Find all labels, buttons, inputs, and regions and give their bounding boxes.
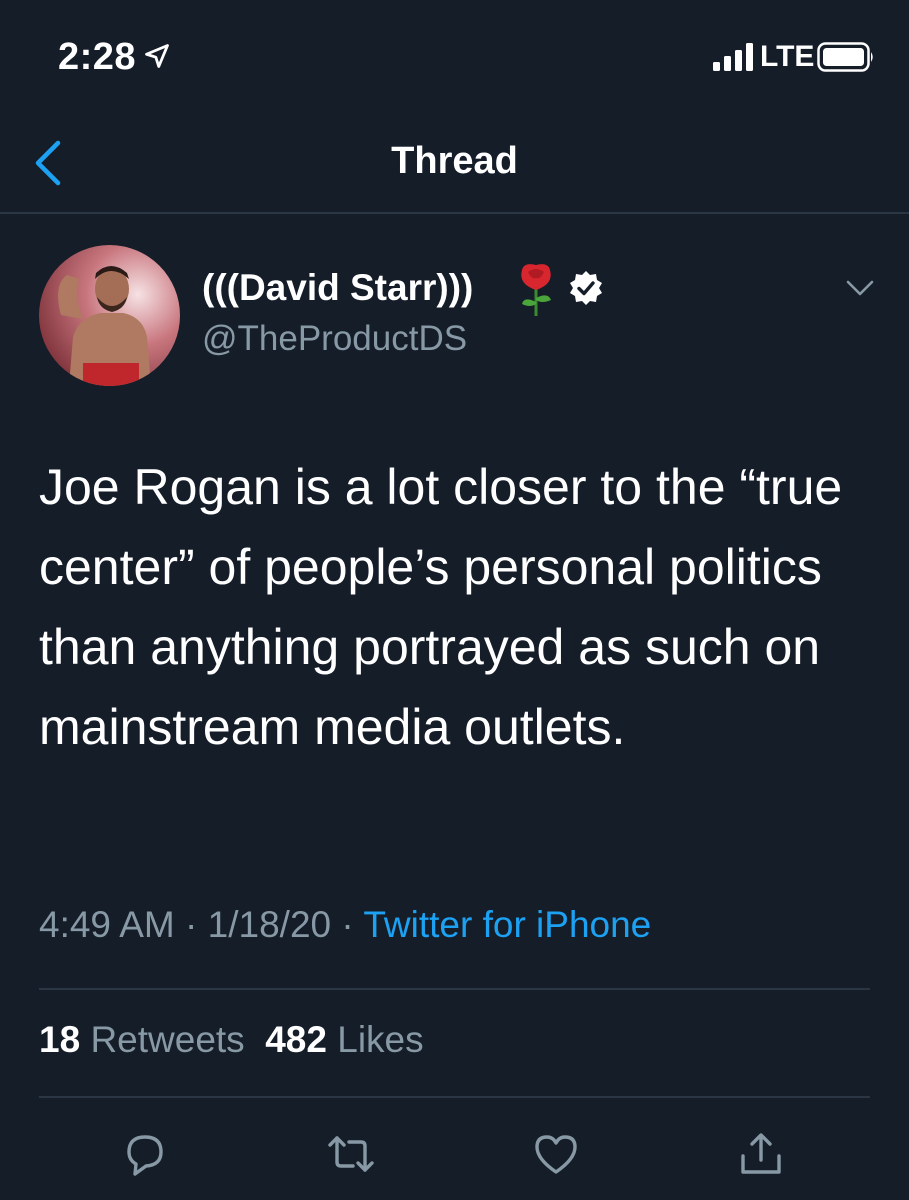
network-type: LTE — [760, 40, 815, 73]
rose-emoji-icon — [521, 264, 551, 316]
divider — [39, 1096, 870, 1098]
likes-stat[interactable]: 482 Likes — [265, 1019, 423, 1060]
verified-badge-icon — [570, 271, 602, 305]
likes-label: Likes — [337, 1019, 424, 1060]
tweet-time: 4:49 AM — [39, 904, 175, 945]
meta-separator: · — [341, 904, 354, 945]
chevron-down-icon[interactable] — [845, 276, 875, 300]
status-time: 2:28 — [58, 36, 137, 78]
user-handle[interactable]: @TheProductDS — [202, 319, 467, 359]
tweet-source-link[interactable]: Twitter for iPhone — [363, 904, 651, 945]
tweet-date: 1/18/20 — [207, 904, 332, 945]
location-arrow-icon — [145, 44, 169, 68]
retweet-button[interactable] — [327, 1132, 375, 1176]
like-button[interactable] — [532, 1132, 580, 1176]
signal-strength-icon — [713, 43, 753, 71]
likes-count: 482 — [265, 1019, 327, 1060]
avatar[interactable] — [39, 245, 180, 386]
tweet-text: Joe Rogan is a lot closer to the “true c… — [39, 459, 843, 755]
divider — [39, 988, 870, 990]
meta-separator: · — [185, 904, 198, 945]
share-button[interactable] — [737, 1132, 785, 1176]
page-title: Thread — [391, 140, 518, 182]
reply-button[interactable] — [121, 1132, 169, 1176]
display-name[interactable]: (((David Starr))) — [202, 267, 473, 309]
retweets-count: 18 — [39, 1019, 81, 1060]
navigation-bar: Thread — [0, 115, 909, 214]
status-bar: 2:28 LTE — [0, 0, 909, 110]
tweet-stats: 18 Retweets 482 Likes — [39, 1019, 424, 1061]
retweets-stat[interactable]: 18 Retweets — [39, 1019, 245, 1060]
tweet-meta: 4:49 AM · 1/18/20 · Twitter for iPhone — [39, 904, 651, 946]
avatar-image — [39, 245, 180, 386]
battery-icon — [817, 42, 873, 72]
retweets-label: Retweets — [90, 1019, 245, 1060]
